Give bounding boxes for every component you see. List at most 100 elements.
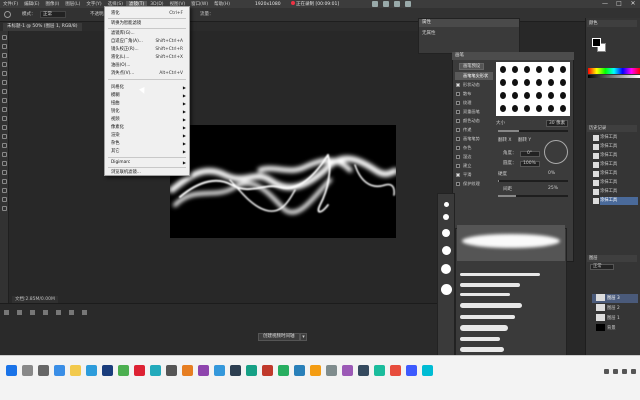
brush-stroke-preset[interactable] (460, 273, 540, 276)
spacing-value[interactable]: 25% (548, 186, 558, 191)
brush-preset-dot[interactable] (444, 202, 449, 207)
brush-option-dual-brush[interactable]: 双重画笔 (455, 108, 493, 116)
app-icon[interactable] (406, 365, 417, 376)
app-icon[interactable] (182, 365, 193, 376)
app-icon[interactable] (214, 365, 225, 376)
history-item[interactable]: 涂抹工具 (600, 143, 638, 151)
color-panel-header[interactable]: 颜色 (587, 20, 637, 27)
grayscale-ramp[interactable] (588, 75, 640, 78)
brush-tool-icon[interactable] (4, 11, 11, 18)
menu-edit[interactable]: 编辑(E) (21, 1, 42, 7)
menu-item-convert-smart-filter[interactable]: 转换为智能滤镜 (105, 20, 189, 27)
menu-item-noise[interactable]: 杂色 ▶ (105, 140, 189, 147)
menu-item-filter-gallery[interactable]: 滤镜库(G)... (105, 30, 189, 37)
foreground-color-swatch[interactable] (592, 38, 601, 47)
menu-layer[interactable]: 图层(L) (62, 1, 83, 7)
brush-option-texture[interactable]: 纹理 (455, 99, 493, 107)
checkbox[interactable] (456, 146, 460, 150)
brush-stroke-preset[interactable] (460, 337, 500, 341)
blend-mode-select[interactable]: 正常 (590, 264, 614, 270)
app-icon[interactable] (374, 365, 385, 376)
quick-select-tool-icon[interactable] (2, 62, 7, 67)
mode-select[interactable]: 正常 (40, 11, 66, 18)
minimize-button[interactable]: — (598, 0, 612, 8)
menu-item-browse-online[interactable]: 浏览联机滤镜... (105, 169, 189, 176)
menu-item-sharpen[interactable]: 锐化 ▶ (105, 108, 189, 115)
checkbox[interactable] (456, 128, 460, 132)
brush-tip-grid[interactable] (496, 62, 570, 116)
volume-icon[interactable] (613, 369, 618, 374)
menu-window[interactable]: 窗口(W) (188, 1, 211, 7)
create-video-timeline-button[interactable]: 创建视频时间轴 (258, 333, 300, 341)
menu-item-video[interactable]: 视频 ▶ (105, 116, 189, 123)
chevron-down-icon[interactable]: ▾ (300, 333, 307, 341)
folder-icon[interactable] (70, 365, 81, 376)
shape-tool-icon[interactable] (2, 188, 7, 193)
media-icon[interactable] (134, 365, 145, 376)
angle-roundness-dial[interactable] (544, 140, 568, 164)
checkbox[interactable] (456, 173, 460, 177)
spacing-slider[interactable] (498, 195, 568, 197)
layer-item[interactable]: 图层 1 (592, 314, 638, 323)
history-brush-tool-icon[interactable] (2, 116, 7, 121)
menu-item-vanishing-point[interactable]: 消失点(V)... Alt+Ctrl+V (105, 70, 189, 77)
brush-stroke-preset[interactable] (460, 347, 504, 352)
audio-icon[interactable] (56, 310, 61, 315)
cut-icon[interactable] (82, 310, 87, 315)
brush-presets-button[interactable]: 画笔预设 (459, 63, 485, 70)
brush-preset-dot[interactable] (441, 284, 452, 295)
browser-icon[interactable] (54, 365, 65, 376)
menu-item-blur[interactable]: 模糊 ▶ (105, 92, 189, 99)
app-icon[interactable] (358, 365, 369, 376)
healing-tool-icon[interactable] (2, 89, 7, 94)
roundness-field[interactable]: 圆度： 100% (503, 160, 540, 167)
brush-option-smoothing[interactable]: 平滑 (455, 171, 493, 179)
pause-icon[interactable] (372, 1, 378, 7)
edge-icon[interactable] (150, 365, 161, 376)
brush-option-color-dynamics[interactable]: 颜色动态 (455, 117, 493, 125)
layer-item[interactable]: 背景 (592, 324, 638, 333)
checkbox[interactable] (456, 182, 460, 186)
photoshop-icon[interactable] (102, 365, 113, 376)
menu-help[interactable]: 帮助(H) (211, 1, 233, 7)
menu-item-oil-paint[interactable]: 油画(O)... (105, 62, 189, 69)
menu-item-distort[interactable]: 扭曲 ▶ (105, 100, 189, 107)
checkbox[interactable] (456, 137, 460, 141)
angle-field[interactable]: 角度： 0° (503, 150, 540, 157)
menu-item-other[interactable]: 其它 ▶ (105, 148, 189, 155)
flip-y-checkbox[interactable]: 翻转 Y (518, 137, 531, 143)
history-item[interactable]: 涂抹工具 (600, 188, 638, 196)
history-item[interactable]: 涂抹工具 (600, 170, 638, 178)
next-frame-icon[interactable] (43, 310, 48, 315)
brush-option-shape-dynamics[interactable]: 形状动态 (455, 81, 493, 89)
properties-panel-title[interactable]: 属性 (419, 19, 519, 27)
menu-item-digimarc[interactable]: Digimarc ▶ (105, 159, 189, 166)
close-button[interactable]: ✕ (626, 0, 640, 8)
search-icon[interactable] (22, 365, 33, 376)
camera-icon[interactable] (394, 1, 400, 7)
history-item[interactable]: 涂抹工具 (600, 161, 638, 169)
hardness-value[interactable]: 0% (548, 171, 555, 176)
zoom-tool-icon[interactable] (2, 206, 7, 211)
brush-preset-dot[interactable] (443, 214, 449, 220)
history-item-current[interactable]: 涂抹工具 (600, 197, 638, 205)
chat-icon[interactable] (118, 365, 129, 376)
brush-option-wet-edges[interactable]: 湿边 (455, 153, 493, 161)
brush-stroke-preset[interactable] (460, 315, 515, 319)
app-icon[interactable] (166, 365, 177, 376)
menu-item-render[interactable]: 渲染 ▶ (105, 132, 189, 139)
app-icon[interactable] (422, 365, 433, 376)
brush-preset-dot[interactable] (442, 229, 450, 237)
brush-option-noise[interactable]: 杂色 (455, 144, 493, 152)
app-icon[interactable] (326, 365, 337, 376)
gradient-tool-icon[interactable] (2, 134, 7, 139)
pen-icon[interactable] (405, 1, 411, 7)
app-icon[interactable] (294, 365, 305, 376)
settings-icon[interactable] (69, 310, 74, 315)
checkbox[interactable] (456, 101, 460, 105)
brush-option-tip-shape[interactable]: 画笔笔尖形状 (455, 72, 493, 80)
menu-item-liquify[interactable]: 液化(L)... Shift+Ctrl+X (105, 54, 189, 61)
color-spectrum[interactable] (588, 68, 640, 74)
store-icon[interactable] (86, 365, 97, 376)
play-icon[interactable] (30, 310, 35, 315)
